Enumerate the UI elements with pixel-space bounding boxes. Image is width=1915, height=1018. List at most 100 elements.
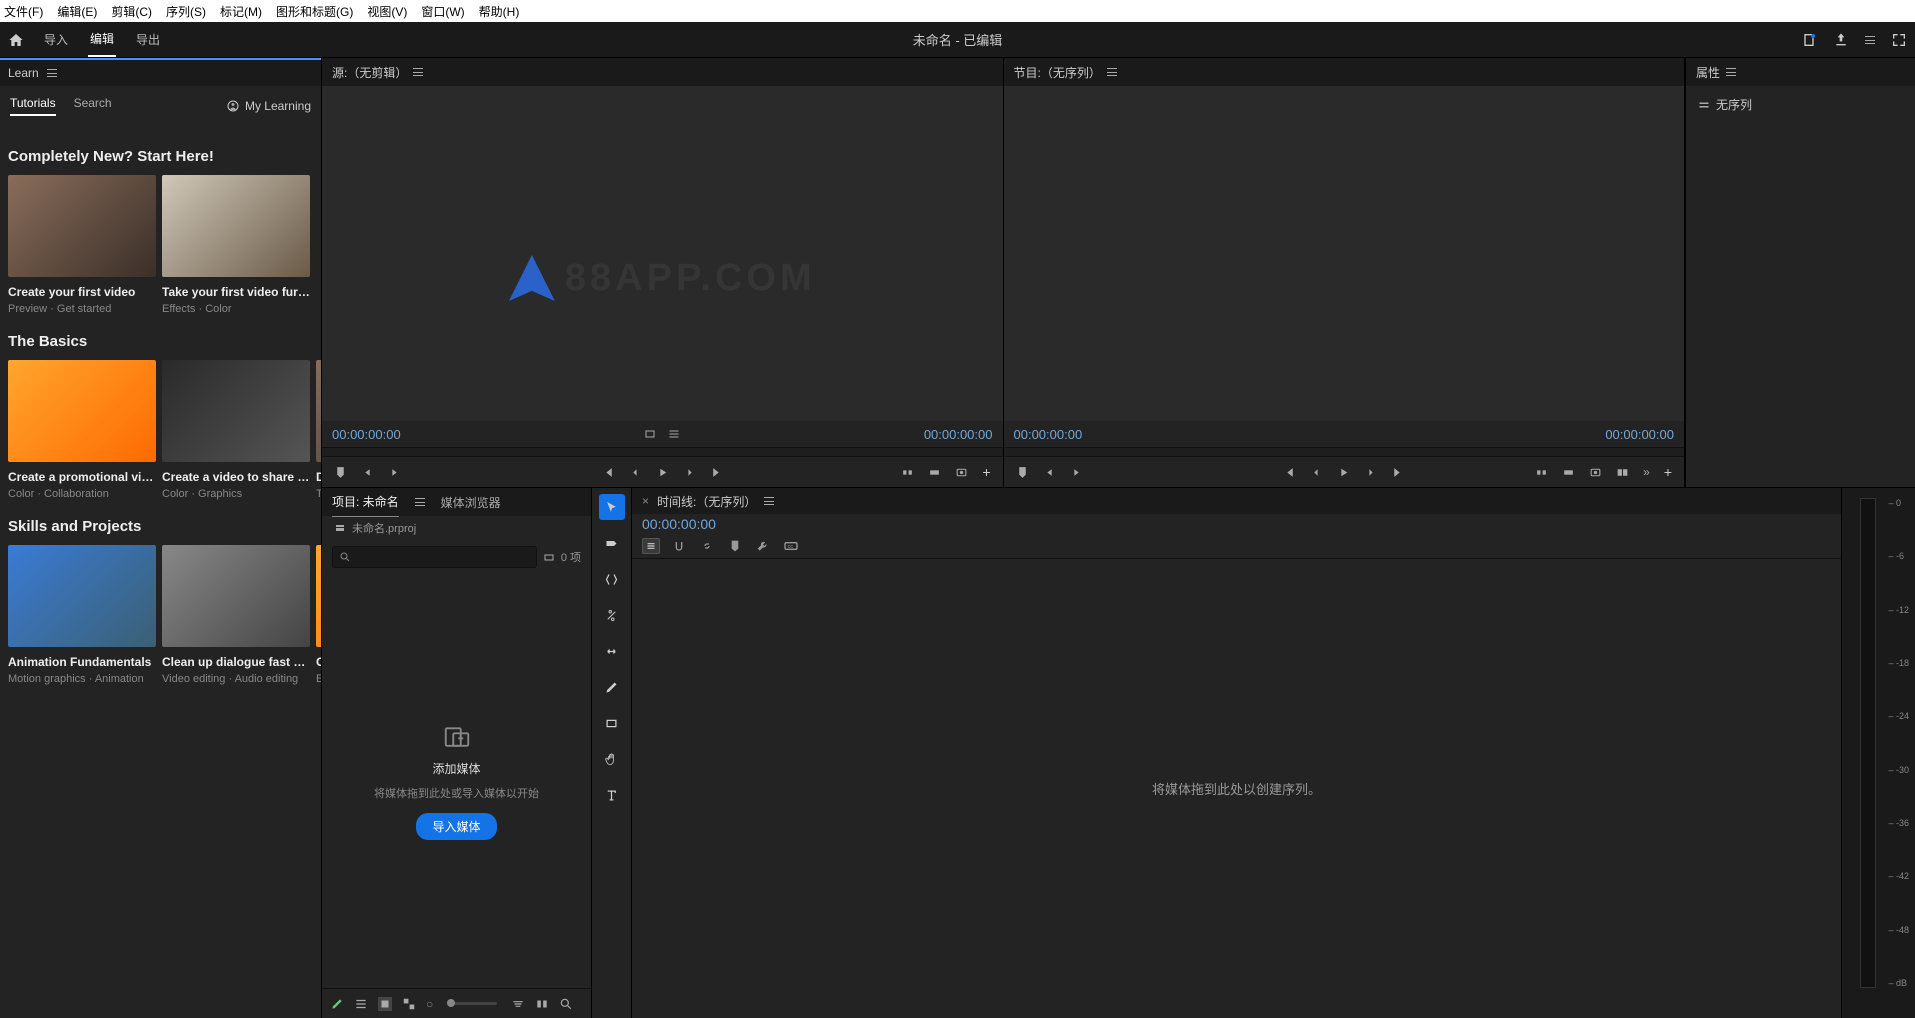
rectangle-tool[interactable] xyxy=(599,710,625,736)
snap-icon[interactable] xyxy=(670,538,688,554)
step-back-icon[interactable] xyxy=(629,466,642,479)
step-back-icon[interactable] xyxy=(1310,466,1323,479)
source-in-timecode[interactable]: 00:00:00:00 xyxy=(332,427,401,442)
compare-icon[interactable] xyxy=(1616,466,1629,479)
learn-section-title: The Basics xyxy=(8,333,313,350)
tab-edit[interactable]: 编辑 xyxy=(88,22,116,57)
menubar-item[interactable]: 帮助(H) xyxy=(479,3,520,20)
menubar-item[interactable]: 视图(V) xyxy=(367,3,407,20)
tutorial-card[interactable]: C Ef xyxy=(316,545,321,685)
hand-tool[interactable] xyxy=(599,746,625,772)
go-to-out-icon[interactable] xyxy=(1391,466,1404,479)
panel-menu-icon[interactable] xyxy=(764,497,774,505)
workspace-menu-icon[interactable] xyxy=(1865,36,1875,44)
panel-menu-icon[interactable] xyxy=(1726,68,1736,76)
freeform-view-icon[interactable] xyxy=(402,997,416,1011)
timeline-dropzone[interactable]: 将媒体拖到此处以创建序列。 xyxy=(632,559,1841,1018)
share-icon[interactable] xyxy=(1833,32,1849,48)
tutorial-card[interactable]: Create your first video Preview · Get st… xyxy=(8,175,156,315)
settings-icon[interactable] xyxy=(668,428,680,440)
sort-icon[interactable] xyxy=(511,997,525,1011)
caption-icon[interactable]: cc xyxy=(782,538,800,554)
write-icon[interactable] xyxy=(330,997,344,1011)
export-frame-icon[interactable] xyxy=(955,466,968,479)
program-out-timecode[interactable]: 00:00:00:00 xyxy=(1605,427,1674,442)
wrench-icon[interactable] xyxy=(754,538,772,554)
go-to-in-icon[interactable] xyxy=(602,466,615,479)
home-icon[interactable] xyxy=(8,32,24,48)
in-point-icon[interactable] xyxy=(1043,466,1056,479)
source-out-timecode[interactable]: 00:00:00:00 xyxy=(924,427,993,442)
add-button-icon[interactable]: + xyxy=(982,464,990,480)
fit-icon[interactable] xyxy=(644,428,656,440)
add-button-icon[interactable]: + xyxy=(1664,464,1672,480)
selection-tool[interactable] xyxy=(599,494,625,520)
menubar-item[interactable]: 剪辑(C) xyxy=(111,3,152,20)
program-in-timecode[interactable]: 00:00:00:00 xyxy=(1014,427,1083,442)
tutorial-card[interactable]: Create a promotional video Color · Colla… xyxy=(8,360,156,500)
list-view-icon[interactable] xyxy=(354,997,368,1011)
tab-import[interactable]: 导入 xyxy=(42,23,70,56)
menubar-item[interactable]: 标记(M) xyxy=(220,3,262,20)
panel-menu-icon[interactable] xyxy=(415,498,425,506)
marker-icon[interactable] xyxy=(334,466,347,479)
project-tab[interactable]: 项目: 未命名 xyxy=(332,487,399,517)
timeline-timecode[interactable]: 00:00:00:00 xyxy=(632,514,1841,534)
type-tool[interactable] xyxy=(599,782,625,808)
linked-selection-icon[interactable] xyxy=(698,538,716,554)
icon-view-icon[interactable] xyxy=(378,997,392,1011)
panel-menu-icon[interactable] xyxy=(413,68,423,76)
insert-icon[interactable] xyxy=(901,466,914,479)
auto-match-icon[interactable] xyxy=(535,997,549,1011)
marker-add-icon[interactable] xyxy=(726,538,744,554)
tutorial-card[interactable]: Animation Fundamentals Motion graphics ·… xyxy=(8,545,156,685)
import-media-button[interactable]: 导入媒体 xyxy=(416,813,496,840)
out-point-icon[interactable] xyxy=(388,466,401,479)
panel-menu-icon[interactable] xyxy=(1107,68,1117,76)
pen-tool[interactable] xyxy=(599,674,625,700)
find-icon[interactable] xyxy=(559,997,573,1011)
tutorial-meta: Preview · Get started xyxy=(8,303,156,315)
menubar-item[interactable]: 序列(S) xyxy=(166,3,206,20)
project-dropzone[interactable]: 添加媒体 将媒体拖到此处或导入媒体以开始 导入媒体 xyxy=(322,574,591,988)
menubar-item[interactable]: 图形和标题(G) xyxy=(276,3,353,20)
zoom-slider[interactable] xyxy=(447,1002,497,1005)
menubar-item[interactable]: 编辑(E) xyxy=(57,3,97,20)
go-to-in-icon[interactable] xyxy=(1283,466,1296,479)
tutorial-card[interactable]: Clean up dialogue fast wit... Video edit… xyxy=(162,545,310,685)
learn-tab-search[interactable]: Search xyxy=(74,96,112,116)
tab-export[interactable]: 导出 xyxy=(134,23,162,56)
learn-tab-tutorials[interactable]: Tutorials xyxy=(10,96,56,116)
menubar-item[interactable]: 窗口(W) xyxy=(421,3,464,20)
step-forward-icon[interactable] xyxy=(683,466,696,479)
razor-tool[interactable] xyxy=(599,602,625,628)
meter-tick: dB xyxy=(1888,978,1909,988)
export-frame-icon[interactable] xyxy=(1589,466,1602,479)
quick-export-icon[interactable] xyxy=(1801,32,1817,48)
play-icon[interactable] xyxy=(1337,466,1350,479)
menubar-item[interactable]: 文件(F) xyxy=(4,3,43,20)
out-point-icon[interactable] xyxy=(1070,466,1083,479)
go-to-out-icon[interactable] xyxy=(710,466,723,479)
tutorial-card[interactable]: Create a video to share on ... Color · G… xyxy=(162,360,310,500)
tutorial-card[interactable]: Take your first video further Effects · … xyxy=(162,175,310,315)
my-learning-link[interactable]: My Learning xyxy=(227,99,311,113)
tutorial-card[interactable]: D Te xyxy=(316,360,321,500)
play-icon[interactable] xyxy=(656,466,669,479)
more-icon[interactable]: » xyxy=(1643,465,1650,479)
slip-tool[interactable] xyxy=(599,638,625,664)
nest-toggle-icon[interactable] xyxy=(642,538,660,554)
panel-menu-icon[interactable] xyxy=(47,69,57,77)
in-point-icon[interactable] xyxy=(361,466,374,479)
lift-icon[interactable] xyxy=(1535,466,1548,479)
new-bin-icon[interactable] xyxy=(543,551,555,563)
step-forward-icon[interactable] xyxy=(1364,466,1377,479)
project-search-input[interactable] xyxy=(332,546,537,568)
overwrite-icon[interactable] xyxy=(928,466,941,479)
ripple-edit-tool[interactable] xyxy=(599,566,625,592)
marker-icon[interactable] xyxy=(1016,466,1029,479)
extract-icon[interactable] xyxy=(1562,466,1575,479)
track-select-tool[interactable] xyxy=(599,530,625,556)
fullscreen-icon[interactable] xyxy=(1891,32,1907,48)
media-browser-tab[interactable]: 媒体浏览器 xyxy=(441,488,501,517)
